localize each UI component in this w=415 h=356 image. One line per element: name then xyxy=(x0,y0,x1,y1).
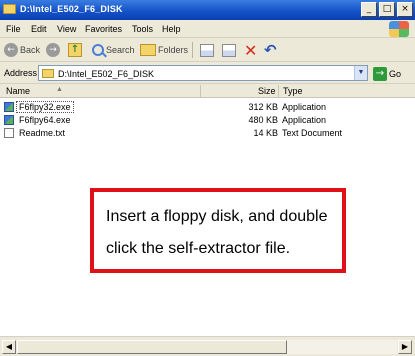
up-folder-button[interactable]: ↑ xyxy=(68,42,82,58)
file-row[interactable]: F6flpy64.exe 480 KB Application xyxy=(0,114,415,126)
standard-toolbar: ← Back → ↑ Search Folders ✕ ↶ xyxy=(0,38,415,62)
file-type: Text Document xyxy=(282,128,343,138)
move-to-button[interactable] xyxy=(222,42,236,58)
file-size: 14 KB xyxy=(253,128,278,138)
maximize-button[interactable]: □ xyxy=(379,2,395,17)
back-button[interactable]: ← Back xyxy=(4,42,40,58)
column-name[interactable]: Name xyxy=(6,86,30,96)
back-label: Back xyxy=(20,45,41,55)
windows-logo-icon xyxy=(389,21,409,37)
forward-arrow-icon: → xyxy=(46,43,60,57)
search-label: Search xyxy=(106,45,135,55)
file-row[interactable]: Readme.txt 14 KB Text Document xyxy=(0,127,415,139)
column-header: Name ▲ Size Type xyxy=(0,84,415,98)
address-dropdown-button[interactable]: ▼ xyxy=(354,66,367,80)
file-name[interactable]: F6flpy32.exe xyxy=(16,101,74,113)
file-name[interactable]: Readme.txt xyxy=(17,128,67,138)
instruction-callout: Insert a floppy disk, and double click t… xyxy=(90,188,346,273)
address-label: Address xyxy=(4,68,38,78)
undo-icon: ↶ xyxy=(264,41,277,59)
file-name[interactable]: F6flpy64.exe xyxy=(17,115,73,125)
window-controls: _ □ × xyxy=(361,2,413,17)
file-row[interactable]: F6flpy32.exe 312 KB Application xyxy=(0,101,415,113)
delete-button[interactable]: ✕ xyxy=(244,40,258,60)
exe-icon xyxy=(4,115,14,125)
horizontal-scrollbar[interactable]: ◀ ▶ xyxy=(0,336,415,356)
folders-button[interactable]: Folders xyxy=(140,42,188,58)
menu-help[interactable]: Help xyxy=(162,24,181,34)
menu-edit[interactable]: Edit xyxy=(31,24,47,34)
forward-button[interactable]: → xyxy=(46,42,60,58)
search-icon xyxy=(92,44,104,56)
column-divider[interactable] xyxy=(278,85,279,97)
explorer-window: D:\Intel_E502_F6_DISK _ □ × File Edit Vi… xyxy=(0,0,415,356)
title-bar[interactable]: D:\Intel_E502_F6_DISK _ □ × xyxy=(0,0,415,20)
menu-favorites[interactable]: Favorites xyxy=(85,24,122,34)
sort-ascending-icon: ▲ xyxy=(56,86,63,93)
scroll-right-button[interactable]: ▶ xyxy=(398,340,412,354)
views-button[interactable] xyxy=(200,42,214,58)
file-size: 312 KB xyxy=(248,102,278,112)
file-size: 480 KB xyxy=(248,115,278,125)
folder-icon xyxy=(3,4,16,14)
scroll-thumb[interactable] xyxy=(17,340,287,354)
menu-tools[interactable]: Tools xyxy=(132,24,153,34)
views-icon xyxy=(200,43,214,57)
back-arrow-icon: ← xyxy=(4,43,18,57)
delete-icon: ✕ xyxy=(244,40,258,60)
instruction-text: Insert a floppy disk, and double click t… xyxy=(106,208,328,257)
file-type: Application xyxy=(282,102,327,112)
address-value: D:\Intel_E502_F6_DISK xyxy=(58,69,155,79)
go-arrow-icon: → xyxy=(373,66,387,81)
window-title: D:\Intel_E502_F6_DISK xyxy=(20,4,123,14)
toolbar-separator xyxy=(192,42,193,58)
column-divider[interactable] xyxy=(200,85,201,97)
column-type[interactable]: Type xyxy=(283,86,303,96)
address-bar: Address D:\Intel_E502_F6_DISK ▼ → Go xyxy=(0,62,415,84)
text-file-icon xyxy=(4,128,14,138)
menu-view[interactable]: View xyxy=(57,24,76,34)
menu-bar: File Edit View Favorites Tools Help xyxy=(0,20,415,38)
scroll-left-button[interactable]: ◀ xyxy=(2,340,16,354)
folder-icon xyxy=(42,69,54,78)
go-label: Go xyxy=(389,68,402,79)
undo-button[interactable]: ↶ xyxy=(264,41,277,59)
up-folder-icon: ↑ xyxy=(68,43,82,57)
file-type: Application xyxy=(282,115,327,125)
close-button[interactable]: × xyxy=(397,2,413,17)
search-button[interactable]: Search xyxy=(92,42,135,58)
exe-icon xyxy=(4,102,14,112)
menu-file[interactable]: File xyxy=(6,24,21,34)
move-to-icon xyxy=(222,43,236,57)
address-input[interactable]: D:\Intel_E502_F6_DISK ▼ xyxy=(38,65,368,81)
go-button[interactable]: → Go xyxy=(373,66,401,81)
folders-icon xyxy=(140,44,156,56)
folders-label: Folders xyxy=(158,45,189,55)
minimize-button[interactable]: _ xyxy=(361,2,377,17)
column-size[interactable]: Size xyxy=(258,86,276,96)
